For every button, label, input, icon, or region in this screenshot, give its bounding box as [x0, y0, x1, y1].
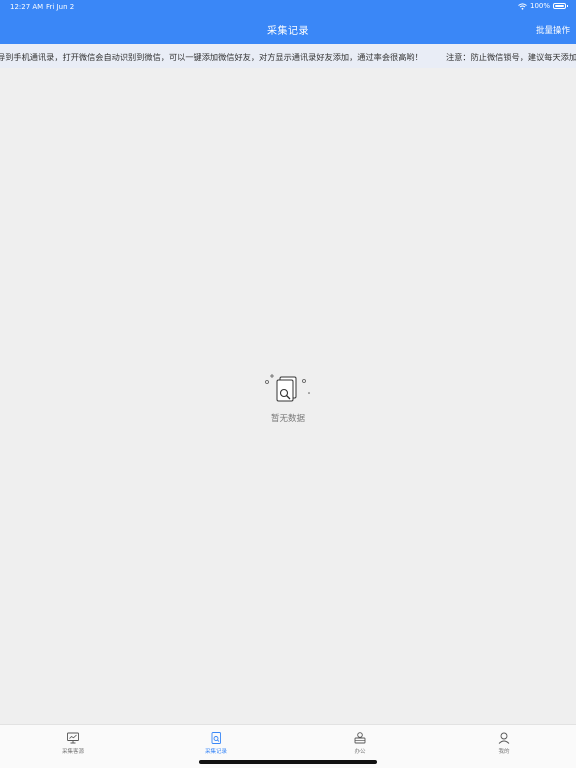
tab-label: 采集客源	[61, 749, 84, 755]
notice-text-warning: 注意：防止微信锁号，建议每天添加	[446, 52, 576, 62]
tab-label: 我的	[498, 749, 510, 755]
office-icon	[354, 732, 366, 744]
tab-label: 采集记录	[204, 749, 227, 755]
status-indicators: 100%	[518, 2, 568, 10]
notice-text: 导到手机通讯录，打开微信会自动识别到微信，可以一键添加微信好友，对方显示通讯录好…	[0, 52, 423, 62]
status-bar: 12:27 AM Fri Jun 2 100%	[0, 0, 576, 14]
tab-office[interactable]: 办公	[330, 731, 390, 755]
notice-marquee: 导到手机通讯录，打开微信会自动识别到微信，可以一键添加微信好友，对方显示通讯录好…	[0, 44, 576, 68]
user-icon	[498, 732, 510, 744]
tab-mine[interactable]: 我的	[474, 731, 534, 755]
record-icon	[211, 732, 221, 744]
top-bar: 12:27 AM Fri Jun 2 100% 采集记录 批量操作	[0, 0, 576, 44]
batch-operation-button[interactable]: 批量操作	[536, 24, 570, 36]
battery-icon	[553, 3, 568, 9]
empty-state-text: 暂无数据	[270, 414, 305, 424]
page-title: 采集记录	[267, 26, 309, 37]
status-time: 12:27 AM	[10, 3, 44, 11]
home-indicator	[199, 760, 377, 764]
status-date: Fri Jun 2	[46, 3, 75, 11]
empty-state: 暂无数据	[238, 372, 338, 424]
monitor-icon	[67, 732, 79, 744]
empty-box-search-icon	[265, 374, 310, 402]
tab-collect-customers[interactable]: 采集客源	[43, 731, 103, 755]
battery-percent: 100%	[529, 2, 550, 10]
wifi-icon	[518, 2, 527, 10]
tab-label: 办公	[354, 749, 366, 755]
tab-collect-records[interactable]: 采集记录	[186, 731, 246, 755]
